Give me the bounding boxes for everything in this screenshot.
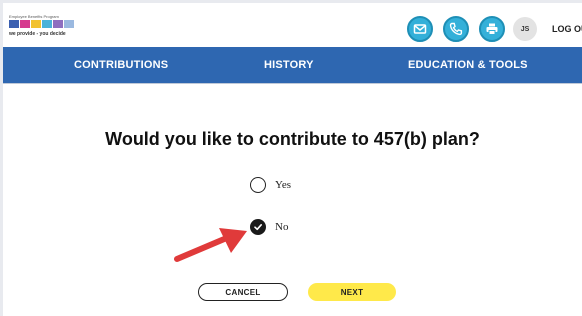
option-yes-label: Yes — [275, 179, 292, 191]
phone-icon[interactable] — [443, 16, 469, 42]
radio-no[interactable] — [250, 219, 266, 235]
logout-link[interactable]: LOG OU — [552, 24, 582, 34]
page-question: Would you like to contribute to 457(b) p… — [105, 129, 480, 149]
print-glyph — [486, 23, 498, 35]
option-yes[interactable]: Yes — [250, 175, 291, 195]
user-avatar[interactable]: JS — [513, 17, 537, 41]
radio-yes[interactable] — [250, 177, 266, 193]
main-nav: CONTRIBUTIONS HISTORY EDUCATION & TOOLS — [3, 47, 582, 84]
checkmark-icon — [254, 224, 262, 231]
logo-slogan: we provide - you decide — [9, 31, 66, 37]
phone-glyph — [449, 22, 463, 36]
cancel-button[interactable]: CANCEL — [198, 283, 288, 301]
next-button[interactable]: NEXT — [308, 283, 396, 301]
logo-mark — [9, 20, 74, 28]
tab-contributions[interactable]: CONTRIBUTIONS — [74, 47, 168, 83]
option-no-label: No — [275, 221, 289, 233]
logo[interactable]: Employee Benefits Program we provide - y… — [9, 14, 75, 42]
top-bar: Employee Benefits Program we provide - y… — [3, 3, 582, 47]
annotation-arrow-icon — [174, 228, 247, 262]
mail-glyph — [413, 24, 427, 34]
tab-education-tools[interactable]: EDUCATION & TOOLS — [408, 47, 528, 83]
logo-tagline: Employee Benefits Program — [9, 14, 59, 19]
option-no[interactable]: No — [250, 217, 288, 237]
tab-history[interactable]: HISTORY — [264, 47, 314, 83]
app-window: Employee Benefits Program we provide - y… — [3, 3, 582, 316]
print-icon[interactable] — [479, 16, 505, 42]
mail-icon[interactable] — [407, 16, 433, 42]
